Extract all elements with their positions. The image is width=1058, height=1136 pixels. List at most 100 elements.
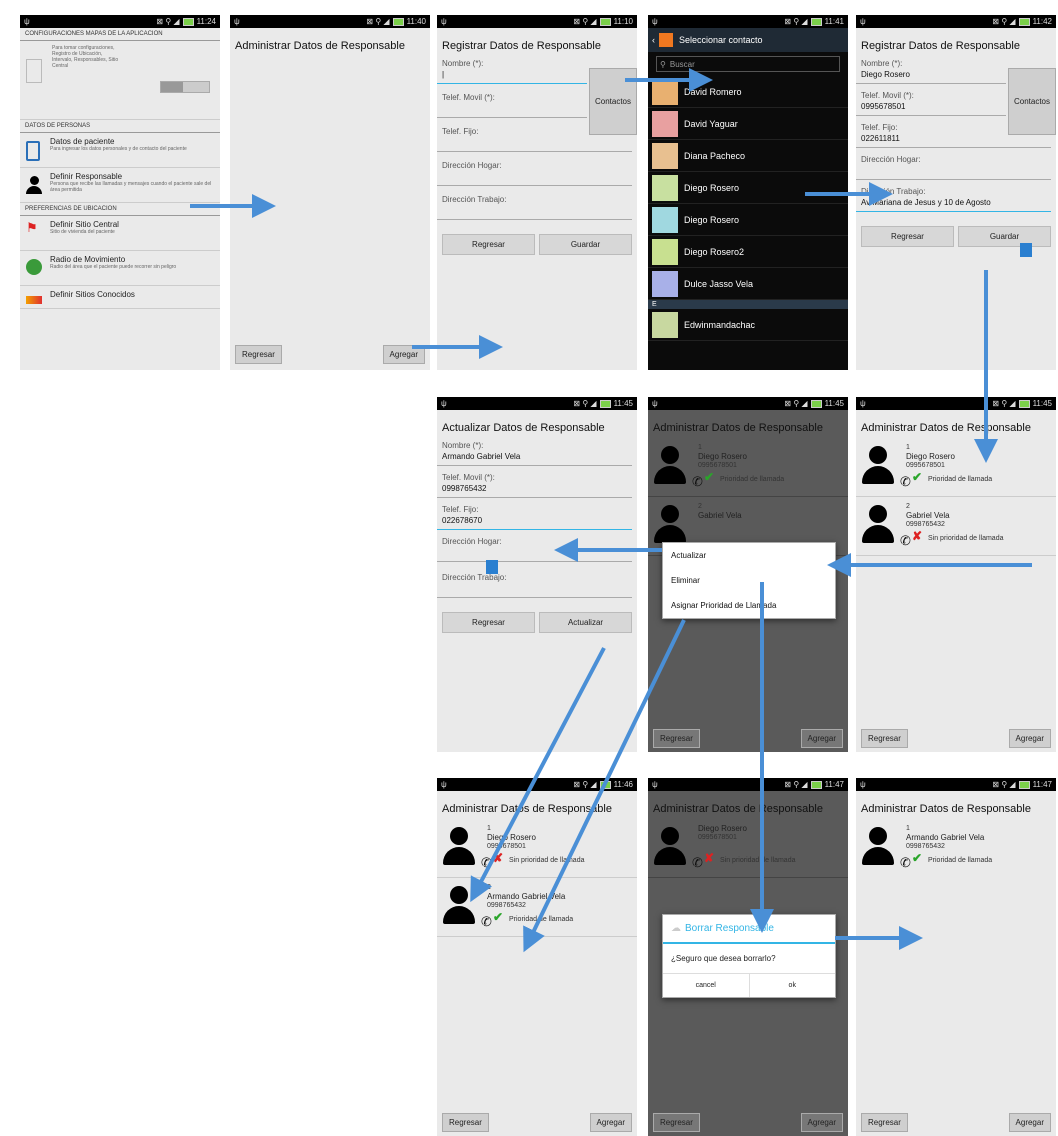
- status-bar: ψ ⊠ ⚲ ◢ 11:41: [648, 15, 848, 28]
- status-bar: ψ ⊠ ⚲ ◢ 11:42: [856, 15, 1056, 28]
- phone-field[interactable]: 022678670: [437, 514, 632, 530]
- contact-name: Diego Rosero2: [684, 246, 745, 257]
- responsable-row[interactable]: Diego Rosero 0995678501 ✆ ✘ Sin prioridad …: [648, 819, 848, 878]
- work-address-field[interactable]: Av Mariana de Jesus y 10 de Agosto: [856, 196, 1051, 212]
- phone-settings-icon: [26, 59, 42, 83]
- home-address-field[interactable]: [437, 546, 632, 562]
- add-button[interactable]: Agregar: [1008, 729, 1051, 748]
- responsable-row[interactable]: 2 Armando Gabriel Vela 0998765432 ✆ ✔ Prior…: [437, 878, 637, 937]
- screen-register-empty: ψ ⊠ ⚲ ◢ 11:10 Registrar Datos de Responsab…: [437, 15, 637, 370]
- flag-icon: ⚑: [26, 220, 38, 235]
- page-title: Administrar Datos de Responsable: [861, 803, 1031, 815]
- contact-name: Diego Rosero: [684, 182, 740, 193]
- back-button[interactable]: Regresar: [653, 1113, 700, 1132]
- check-icon: ✔: [704, 470, 715, 484]
- home-address-field[interactable]: [856, 164, 1051, 180]
- responsable-row[interactable]: 1 Diego Rosero 0995678501 ✆ ✘ Sin prioridad…: [437, 819, 637, 878]
- ok-button[interactable]: ok: [750, 974, 836, 997]
- contact-row[interactable]: Diana Pacheco: [648, 140, 848, 172]
- page-title: Administrar Datos de Responsable: [653, 803, 823, 815]
- contacts-button[interactable]: Contactos: [1008, 68, 1056, 135]
- back-button[interactable]: Regresar: [861, 1113, 908, 1132]
- back-button[interactable]: Regresar: [442, 234, 535, 255]
- settings-item-patient[interactable]: Datos de paciente Para ingresar los dato…: [20, 133, 220, 168]
- phone-field[interactable]: [437, 136, 632, 152]
- screen-admin-updated: ψ ⊠ ⚲ ◢ 11:46 Administrar Datos de Respons…: [437, 778, 637, 1136]
- toggle-switch[interactable]: [160, 81, 210, 93]
- section-header: DATOS DE PERSONAS: [20, 120, 220, 133]
- back-button[interactable]: Regresar: [442, 1113, 489, 1132]
- mobile-field[interactable]: 0995678501: [856, 100, 1006, 116]
- places-icon: [26, 296, 42, 304]
- settings-item-central[interactable]: ⚑ Definir Sitio Central Sitio de viviend…: [20, 216, 220, 251]
- cross-icon: ✘: [493, 851, 504, 865]
- status-bar: ψ ⊠ ⚲ ◢ 11:45: [437, 397, 637, 410]
- person-icon: [654, 446, 686, 484]
- screen-settings: ψ ⊠ ⚲ ◢ 11:24 CONFIGURACIONES MAPAS DE LA …: [20, 15, 220, 370]
- screen-delete-dialog: ψ ⊠ ⚲ ◢ 11:47 Administrar Datos de Respons…: [648, 778, 848, 1136]
- search-icon: ⚲: [660, 59, 666, 69]
- check-icon: ✔: [493, 910, 504, 924]
- contact-row[interactable]: Diego Rosero: [648, 204, 848, 236]
- home-address-field[interactable]: [437, 170, 632, 186]
- settings-item-config[interactable]: Para tomar configuraciones, Registro de …: [20, 41, 220, 120]
- status-bar: ψ ⊠ ⚲ ◢ 11:40: [230, 15, 430, 28]
- cross-icon: ✘: [912, 529, 923, 543]
- person-icon: [862, 827, 894, 865]
- work-address-field[interactable]: [437, 582, 632, 598]
- contact-row[interactable]: Edwinmandachac: [648, 309, 848, 341]
- back-button[interactable]: Regresar: [653, 729, 700, 748]
- section-header: CONFIGURACIONES MAPAS DE LA APLICACION: [20, 28, 220, 41]
- cancel-button[interactable]: cancel: [663, 974, 750, 997]
- name-field[interactable]: |: [437, 68, 587, 84]
- contacts-button[interactable]: Contactos: [589, 68, 637, 135]
- screen-admin-menu: ψ ⊠ ⚲ ◢ 11:45 Administrar Datos de Respons…: [648, 397, 848, 752]
- responsable-row[interactable]: 1 Diego Rosero 0995678501 ✆ ✔ Prioridad de …: [648, 438, 848, 497]
- update-button[interactable]: Actualizar: [539, 612, 632, 633]
- context-menu: Actualizar Eliminar Asignar Prioridad de…: [662, 542, 836, 619]
- add-button[interactable]: Agregar: [589, 1113, 632, 1132]
- menu-item-priority[interactable]: Asignar Prioridad de Llamada: [663, 593, 835, 618]
- responsable-row[interactable]: 2 Gabriel Vela 0998765432 ✆ ✘ Sin prioridad…: [856, 497, 1056, 556]
- back-arrow-icon[interactable]: ‹: [652, 35, 655, 45]
- settings-item-radius[interactable]: Radio de Movimiento Radio del área que e…: [20, 251, 220, 286]
- contact-row[interactable]: Diego Rosero2: [648, 236, 848, 268]
- contact-row[interactable]: David Romero: [648, 76, 848, 108]
- status-bar: ψ ⊠ ⚲ ◢ 11:24: [20, 15, 220, 28]
- responsable-row[interactable]: 1 Armando Gabriel Vela 0998765432 ✆ ✔ Prior…: [856, 819, 1056, 877]
- back-button[interactable]: Regresar: [235, 345, 282, 364]
- add-button[interactable]: Agregar: [800, 729, 843, 748]
- mobile-field[interactable]: [437, 102, 587, 118]
- settings-item-known[interactable]: Definir Sitios Conocidos: [20, 286, 220, 309]
- contact-row[interactable]: David Yaguar: [648, 108, 848, 140]
- add-button[interactable]: Agregar: [800, 1113, 843, 1132]
- contact-row[interactable]: Dulce Jasso Vela: [648, 268, 848, 300]
- status-bar: ψ ⊠ ⚲ ◢ 11:47: [648, 778, 848, 791]
- person-icon: [654, 505, 686, 543]
- back-button[interactable]: Regresar: [442, 612, 535, 633]
- contact-row[interactable]: Diego Rosero: [648, 172, 848, 204]
- dialog-message: ¿Seguro que desea borrarlo?: [671, 954, 776, 963]
- status-bar: ψ ⊠ ⚲ ◢ 11:45: [648, 397, 848, 410]
- mobile-field[interactable]: 0998765432: [437, 482, 632, 498]
- page-title: Registrar Datos de Responsable: [861, 40, 1020, 52]
- menu-item-delete[interactable]: Eliminar: [663, 568, 835, 593]
- settings-item-responsable[interactable]: Definir Responsable Persona que recibe l…: [20, 168, 220, 203]
- menu-item-update[interactable]: Actualizar: [663, 543, 835, 568]
- name-field[interactable]: Diego Rosero: [856, 68, 1006, 84]
- responsable-row[interactable]: 1 Diego Rosero 0995678501 ✆ ✔ Prioridad de …: [856, 438, 1056, 497]
- work-address-field[interactable]: [437, 204, 632, 220]
- page-title: Registrar Datos de Responsable: [442, 40, 601, 52]
- name-field[interactable]: Armando Gabriel Vela: [437, 450, 632, 466]
- phone-icon: ✆: [481, 914, 492, 929]
- back-button[interactable]: Regresar: [861, 729, 908, 748]
- phone-icon: ✆: [692, 474, 703, 489]
- save-button[interactable]: Guardar: [539, 234, 632, 255]
- add-button[interactable]: Agregar: [1008, 1113, 1051, 1132]
- contact-name: David Romero: [684, 86, 742, 97]
- save-button[interactable]: Guardar: [958, 226, 1051, 247]
- search-input[interactable]: ⚲ Buscar: [656, 56, 840, 72]
- page-title: Administrar Datos de Responsable: [653, 422, 823, 434]
- back-button[interactable]: Regresar: [861, 226, 954, 247]
- add-button[interactable]: Agregar: [382, 345, 425, 364]
